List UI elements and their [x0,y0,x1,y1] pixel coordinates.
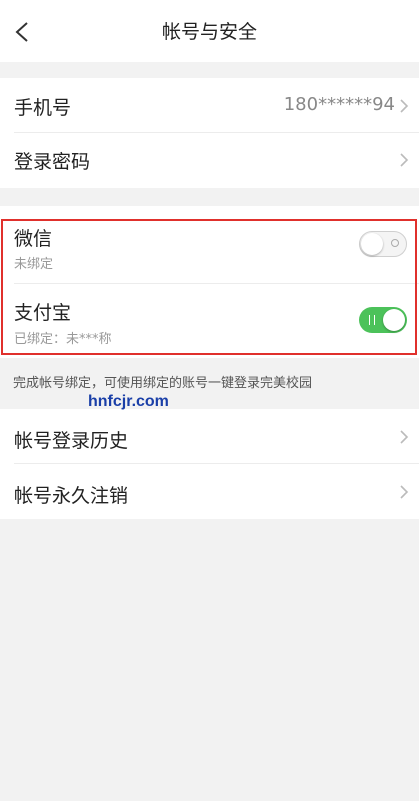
chevron-right-icon [398,484,410,500]
chevron-right-icon [398,98,410,114]
phone-value: 180******94 [283,94,395,115]
top-bar: 帐号与安全 [0,0,419,62]
chevron-right-icon [398,429,410,445]
watermark: hnfcjr.com [88,393,169,410]
deactivate-label: 帐号永久注销 [14,485,129,507]
login-history-row[interactable]: 帐号登录历史 [0,409,419,464]
chevron-right-icon [398,152,410,168]
deactivate-row[interactable]: 帐号永久注销 [0,464,419,519]
highlight-box [1,219,417,355]
page-title: 帐号与安全 [161,21,257,43]
login-history-label: 帐号登录历史 [14,430,129,452]
phone-row[interactable]: 手机号 180******94 [0,78,419,133]
account-section: 手机号 180******94 登录密码 [0,78,419,188]
phone-label: 手机号 [14,97,72,119]
password-row[interactable]: 登录密码 [0,133,419,188]
binding-note: 完成帐号绑定，可使用绑定的账号一键登录完美校园 [13,376,313,391]
more-section: 帐号登录历史 帐号永久注销 [0,409,419,519]
password-label: 登录密码 [14,151,91,173]
